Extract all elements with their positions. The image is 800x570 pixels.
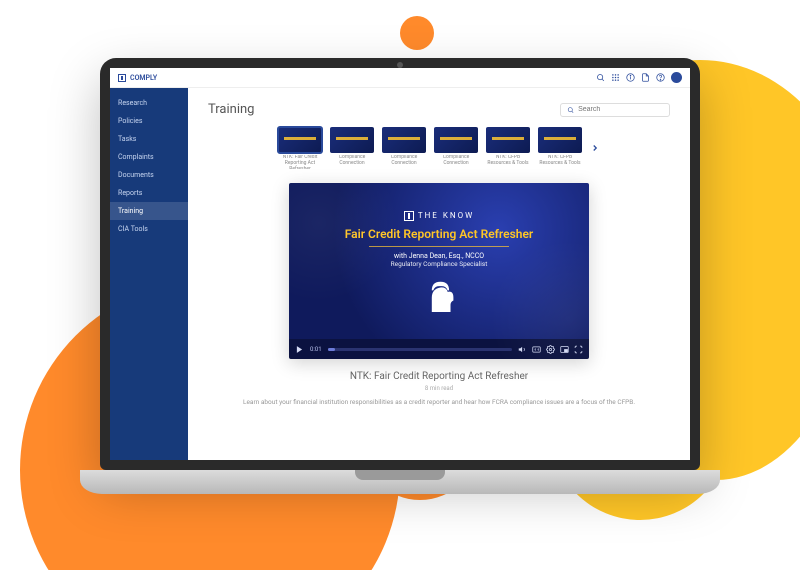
- carousel-thumb[interactable]: Compliance Connection: [382, 127, 426, 169]
- topbar-actions: [596, 72, 682, 83]
- laptop-base: [80, 470, 720, 494]
- brand-text: COMPLY: [130, 74, 157, 82]
- carousel-next-button[interactable]: [590, 143, 600, 153]
- thumb-image: [486, 127, 530, 153]
- video-seekbar[interactable]: [328, 348, 512, 351]
- app-topbar: COMPLY: [110, 68, 690, 88]
- sidebar-item-cia-tools[interactable]: CIA Tools: [110, 220, 188, 238]
- search-icon[interactable]: [596, 73, 605, 82]
- video-title-divider: [369, 246, 509, 247]
- thumb-image: [538, 127, 582, 153]
- play-button[interactable]: [295, 345, 304, 354]
- sidebar-item-reports[interactable]: Reports: [110, 184, 188, 202]
- selected-video-title: NTK: Fair Credit Reporting Act Refresher: [208, 371, 670, 382]
- help-icon[interactable]: [656, 73, 665, 82]
- bg-dot-orange: [400, 16, 434, 50]
- main-header: Training: [208, 102, 670, 117]
- video-brand-logo-icon: [404, 211, 414, 221]
- page-title: Training: [208, 102, 254, 117]
- thumb-image: [330, 127, 374, 153]
- app-brand: COMPLY: [118, 74, 157, 82]
- video-presenter: with Jenna Dean, Esq., NCCO: [394, 252, 484, 260]
- main-content: Training NTK: Fair Credit Reporting Act …: [188, 88, 690, 460]
- info-icon[interactable]: [626, 73, 635, 82]
- video-brand: THE KNOW: [404, 211, 474, 221]
- video-player: THE KNOW Fair Credit Reporting Act Refre…: [289, 183, 589, 359]
- carousel-thumb[interactable]: NTK: Fair Credit Reporting Act Refresher: [278, 127, 322, 169]
- video-role: Regulatory Compliance Specialist: [391, 260, 488, 268]
- carousel-thumb[interactable]: NTK: CFPB Resources & Tools: [486, 127, 530, 169]
- brand-logo-icon: [118, 74, 126, 82]
- thumb-caption: Compliance Connection: [330, 155, 374, 169]
- sidebar-item-policies[interactable]: Policies: [110, 112, 188, 130]
- carousel-thumb[interactable]: Compliance Connection: [330, 127, 374, 169]
- sidebar-item-complaints[interactable]: Complaints: [110, 148, 188, 166]
- video-brand-text: THE KNOW: [418, 211, 474, 220]
- thumb-image: [278, 127, 322, 153]
- presenter-silhouette-icon: [417, 276, 461, 312]
- app-screen: COMPLY Research Policies: [110, 68, 690, 460]
- video-carousel: NTK: Fair Credit Reporting Act Refresher…: [208, 127, 670, 169]
- sidebar: Research Policies Tasks Complaints Docum…: [110, 88, 188, 460]
- search-box[interactable]: [560, 103, 670, 117]
- search-input-icon: [567, 106, 574, 114]
- search-input[interactable]: [578, 106, 663, 113]
- thumb-caption: NTK: Fair Credit Reporting Act Refresher: [278, 155, 322, 169]
- sidebar-item-training[interactable]: Training: [110, 202, 188, 220]
- carousel-thumb[interactable]: Compliance Connection: [434, 127, 478, 169]
- laptop-mockup: COMPLY Research Policies: [80, 58, 720, 494]
- thumb-caption: Compliance Connection: [434, 155, 478, 169]
- thumb-caption: NTK: CFPB Resources & Tools: [538, 155, 582, 169]
- selected-video-description: Learn about your financial institution r…: [208, 398, 670, 407]
- thumb-image: [382, 127, 426, 153]
- stage: COMPLY Research Policies: [0, 0, 800, 570]
- apps-grid-icon[interactable]: [611, 73, 620, 82]
- document-icon[interactable]: [641, 73, 650, 82]
- thumb-image: [434, 127, 478, 153]
- thumb-caption: Compliance Connection: [382, 155, 426, 169]
- thumb-caption: NTK: CFPB Resources & Tools: [486, 155, 530, 169]
- carousel-thumb[interactable]: NTK: CFPB Resources & Tools: [538, 127, 582, 169]
- video-time: 0:01: [310, 346, 322, 353]
- app-body: Research Policies Tasks Complaints Docum…: [110, 88, 690, 460]
- laptop-lid: COMPLY Research Policies: [100, 58, 700, 470]
- selected-video-meta: 8 min read: [208, 385, 670, 392]
- sidebar-item-research[interactable]: Research: [110, 94, 188, 112]
- video-frame[interactable]: THE KNOW Fair Credit Reporting Act Refre…: [289, 183, 589, 339]
- sidebar-item-documents[interactable]: Documents: [110, 166, 188, 184]
- video-title: Fair Credit Reporting Act Refresher: [345, 227, 533, 241]
- sidebar-item-tasks[interactable]: Tasks: [110, 130, 188, 148]
- user-avatar[interactable]: [671, 72, 682, 83]
